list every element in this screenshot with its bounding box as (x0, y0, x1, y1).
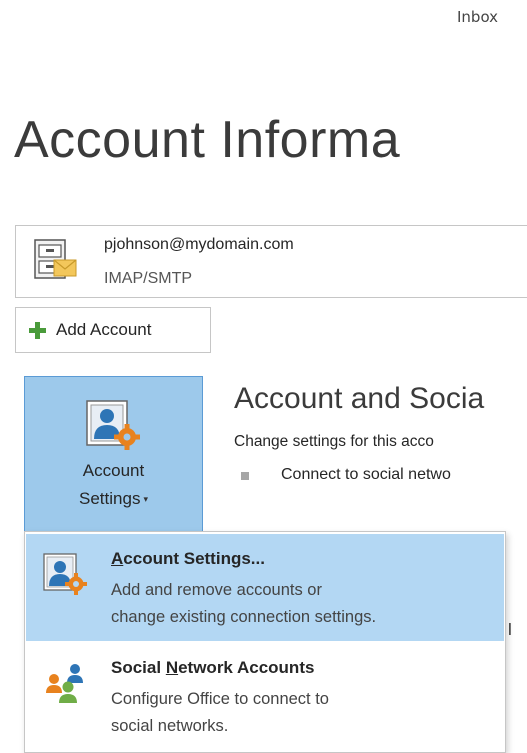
inbox-folder-label: Inbox (457, 8, 499, 26)
title-suffix: ccount Settings... (123, 549, 265, 568)
page-title: Account Informa (14, 111, 401, 169)
menu-item-description-line1: Configure Office to connect to (111, 690, 329, 708)
section-title: Account and Socia (234, 382, 485, 415)
add-account-label: Add Account (56, 320, 152, 339)
mnemonic-letter: N (165, 658, 179, 677)
account-settings-dropdown: Account Settings... Add and remove accou… (24, 531, 506, 753)
social-network-people-icon (42, 661, 88, 707)
menu-item-description-line1: Add and remove accounts or (111, 581, 322, 599)
menu-item-title: Account Settings... (111, 549, 265, 569)
section-description: Change settings for this acco (234, 433, 434, 450)
menu-item-description-line2: social networks. (111, 717, 229, 735)
clipped-text: l (508, 620, 512, 639)
chevron-down-icon: ▾ (143, 494, 148, 505)
account-selector[interactable]: pjohnson@mydomain.com IMAP/SMTP (15, 225, 527, 298)
account-settings-icon (42, 552, 88, 598)
section-bullet-text: Connect to social netwo (281, 466, 451, 483)
account-type: IMAP/SMTP (104, 270, 193, 287)
mail-account-icon (32, 236, 80, 284)
title-suffix: etwork Accounts (178, 658, 315, 677)
account-settings-label-line2: Settings ▾ (25, 489, 202, 509)
bullet-icon (241, 472, 249, 480)
menu-item-social-network-accounts[interactable]: Social Network Accounts Configure Office… (26, 643, 504, 750)
account-settings-icon (83, 397, 143, 455)
title-prefix: Social (111, 658, 166, 677)
plus-icon (29, 322, 46, 339)
account-email: pjohnson@mydomain.com (104, 236, 294, 253)
menu-item-description-line2: change existing connection settings. (111, 608, 377, 626)
add-account-button[interactable]: Add Account (15, 307, 211, 353)
mnemonic-letter: A (111, 549, 124, 568)
menu-item-title: Social Network Accounts (111, 658, 314, 678)
account-settings-label-text: Settings (79, 489, 141, 508)
account-settings-label-line1: Account (82, 461, 145, 480)
menu-item-account-settings[interactable]: Account Settings... Add and remove accou… (26, 534, 504, 641)
account-settings-button[interactable]: Account Settings ▾ (24, 376, 203, 532)
